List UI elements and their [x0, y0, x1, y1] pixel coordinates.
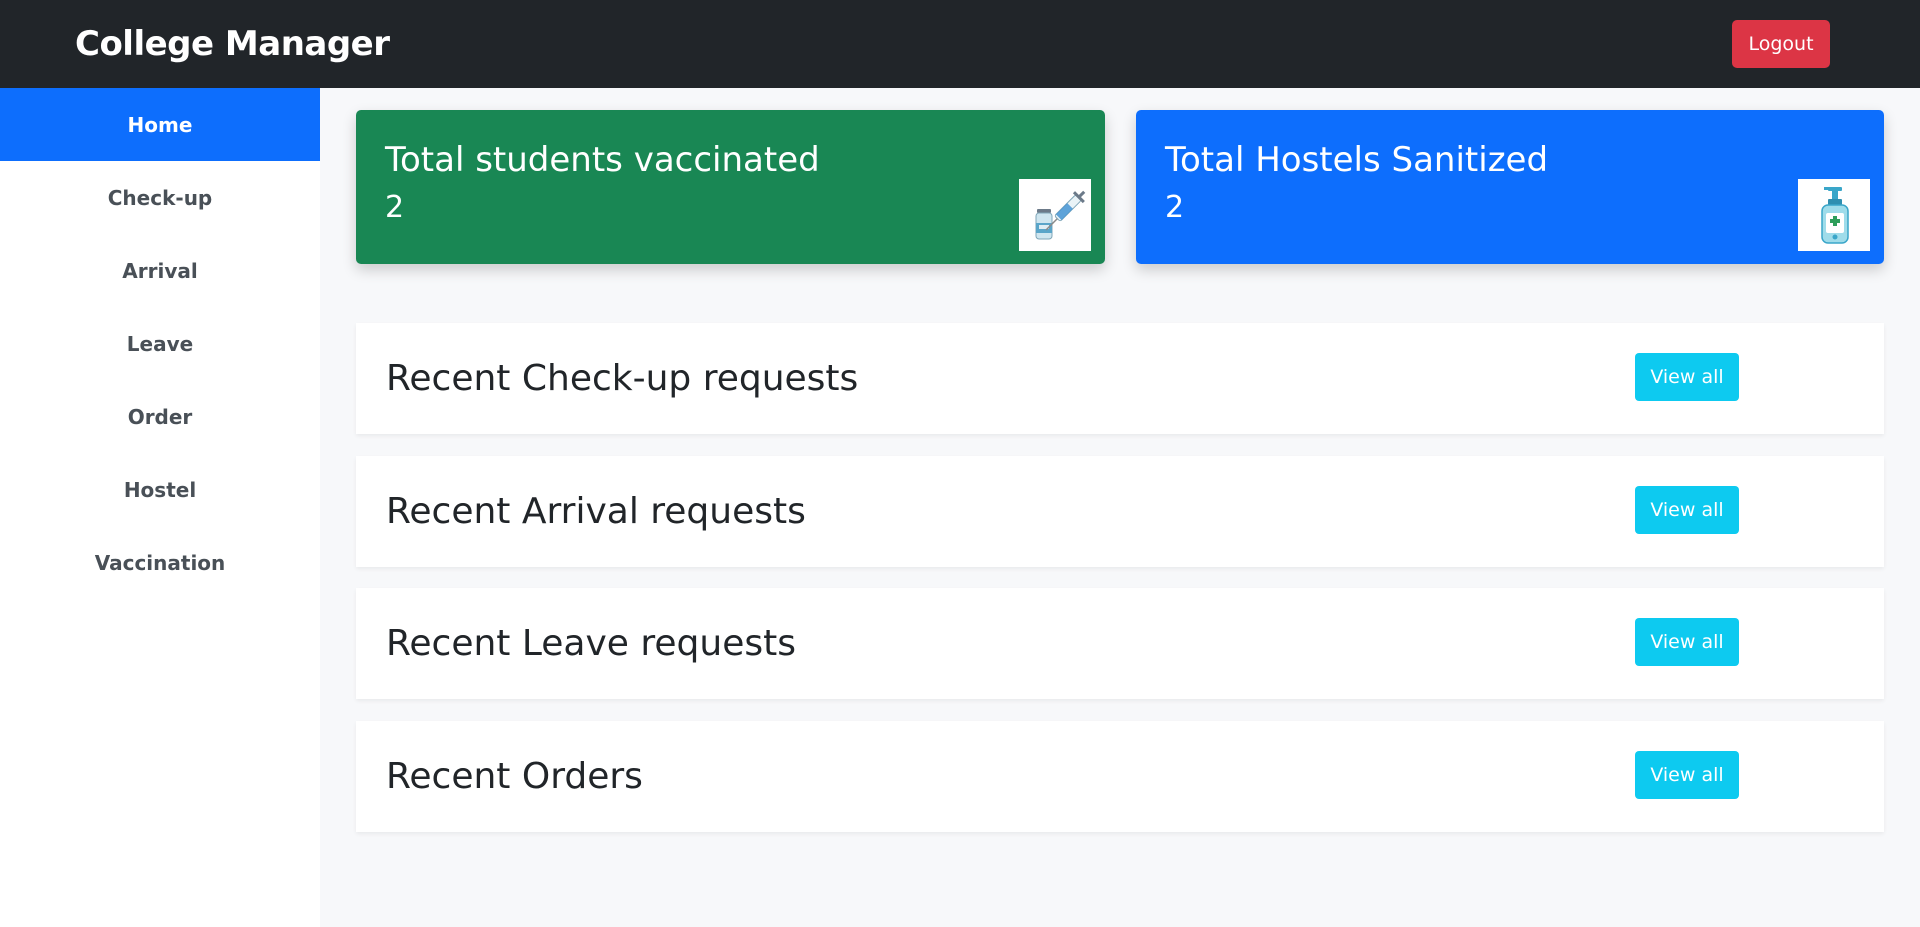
top-navbar: College Manager Logout: [0, 0, 1920, 88]
sidebar-item-order[interactable]: Order: [0, 380, 320, 453]
panel-title: Recent Orders: [386, 756, 643, 797]
view-all-arrival-button[interactable]: View all: [1635, 486, 1739, 534]
sidebar: Home Check-up Arrival Leave Order Hostel…: [0, 88, 320, 927]
stat-title: Total students vaccinated: [385, 140, 820, 180]
sidebar-item-leave[interactable]: Leave: [0, 307, 320, 380]
sanitizer-icon: [1798, 179, 1870, 251]
app-brand[interactable]: College Manager: [75, 0, 390, 88]
recent-orders-panel: Recent Orders View all: [356, 721, 1884, 832]
vaccinated-stat-card: Total students vaccinated 2: [356, 110, 1105, 264]
stat-title: Total Hostels Sanitized: [1165, 140, 1549, 180]
view-all-checkup-button[interactable]: View all: [1635, 353, 1739, 401]
panel-title: Recent Arrival requests: [386, 491, 806, 532]
vaccine-icon: [1019, 179, 1091, 251]
recent-leave-panel: Recent Leave requests View all: [356, 588, 1884, 699]
sidebar-item-hostel[interactable]: Hostel: [0, 453, 320, 526]
sidebar-item-home[interactable]: Home: [0, 88, 320, 161]
sidebar-item-arrival[interactable]: Arrival: [0, 234, 320, 307]
stat-value: 2: [385, 190, 405, 225]
sidebar-item-vaccination[interactable]: Vaccination: [0, 526, 320, 599]
view-all-leave-button[interactable]: View all: [1635, 618, 1739, 666]
stat-value: 2: [1165, 190, 1185, 225]
panel-title: Recent Leave requests: [386, 623, 796, 664]
sidebar-item-check-up[interactable]: Check-up: [0, 161, 320, 234]
sanitized-stat-card: Total Hostels Sanitized 2: [1136, 110, 1884, 264]
recent-arrival-panel: Recent Arrival requests View all: [356, 456, 1884, 567]
panel-title: Recent Check-up requests: [386, 358, 859, 399]
recent-checkup-panel: Recent Check-up requests View all: [356, 323, 1884, 434]
view-all-orders-button[interactable]: View all: [1635, 751, 1739, 799]
logout-button[interactable]: Logout: [1732, 20, 1830, 68]
